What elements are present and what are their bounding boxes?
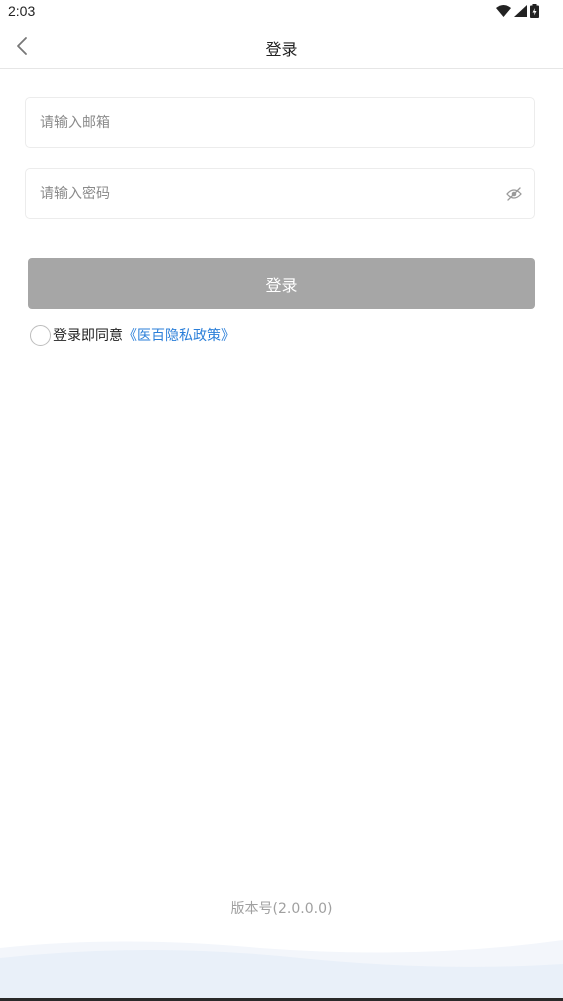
footer-wave-decoration xyxy=(0,940,563,1001)
login-button[interactable]: 登录 xyxy=(28,258,535,309)
battery-icon xyxy=(530,4,539,18)
agree-checkbox[interactable] xyxy=(30,324,51,346)
privacy-policy-link[interactable]: 《医百隐私政策》 xyxy=(123,325,235,345)
page-title: 登录 xyxy=(265,40,298,59)
wifi-icon xyxy=(496,5,511,17)
agreement-row: 登录即同意 《医百隐私政策》 xyxy=(30,324,235,346)
version-label: 版本号(2.0.0.0) xyxy=(230,901,333,917)
email-field-container xyxy=(25,97,535,148)
status-time: 2:03 xyxy=(8,3,36,19)
password-field-container xyxy=(25,168,535,219)
email-field[interactable] xyxy=(40,98,500,147)
password-field[interactable] xyxy=(40,169,500,218)
nav-bar: 登录 xyxy=(0,24,563,69)
status-icons xyxy=(496,3,539,19)
eye-off-icon xyxy=(506,187,522,201)
password-visibility-toggle[interactable] xyxy=(504,184,524,204)
status-bar: 2:03 xyxy=(0,0,563,24)
agree-text: 登录即同意 xyxy=(53,328,123,344)
signal-icon xyxy=(514,5,527,17)
